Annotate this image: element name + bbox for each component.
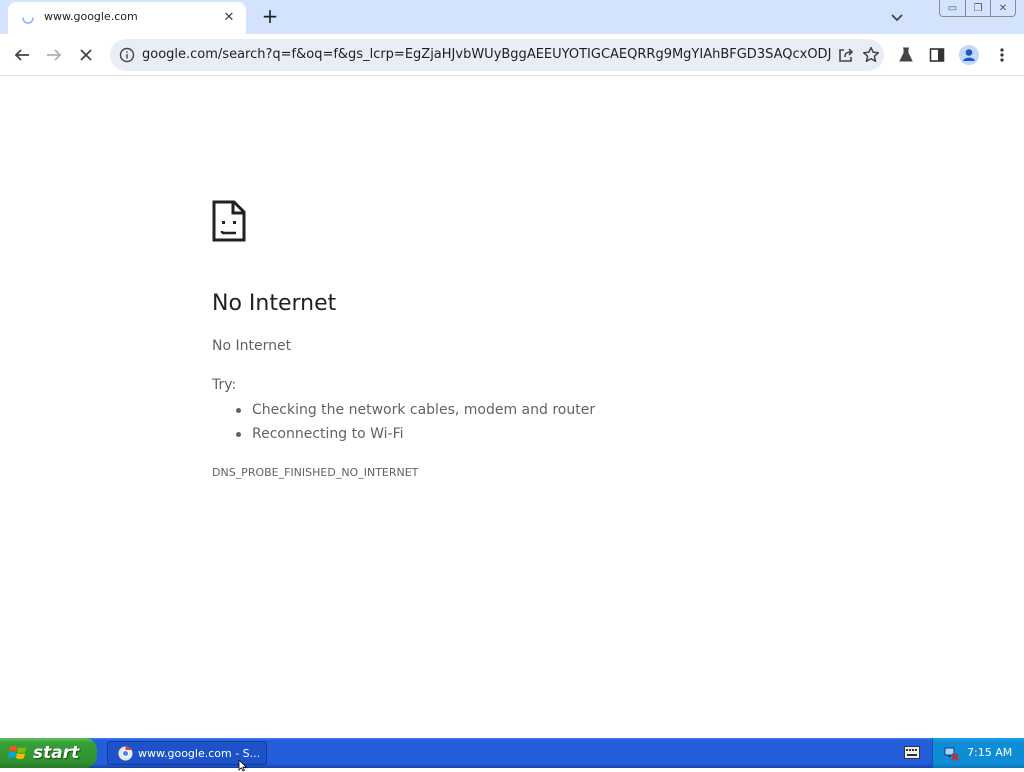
minimize-button[interactable]: ▭ xyxy=(940,0,965,16)
loading-spinner-icon xyxy=(22,17,34,24)
tab-close-icon[interactable]: ✕ xyxy=(220,9,238,27)
side-panel-button[interactable] xyxy=(926,44,948,66)
chrome-icon xyxy=(118,745,133,761)
stop-loading-icon xyxy=(80,49,92,61)
close-window-button[interactable]: ✕ xyxy=(990,0,1015,16)
sad-page-icon xyxy=(212,200,246,242)
labs-flask-button[interactable] xyxy=(895,44,917,66)
profile-avatar-icon xyxy=(959,45,979,65)
suggestion-list: Checking the network cables, modem and r… xyxy=(235,400,595,448)
back-button[interactable] xyxy=(10,43,34,67)
keyboard-icon[interactable] xyxy=(904,746,920,759)
window-controls: ▭ ❐ ✕ xyxy=(939,0,1016,17)
browser-toolbar: google.com/search?q=f&oq=f&gs_lcrp=EgZja… xyxy=(0,34,1024,76)
menu-button[interactable] xyxy=(991,44,1013,66)
arrow-left-icon xyxy=(14,49,29,61)
url-text[interactable]: google.com/search?q=f&oq=f&gs_lcrp=EgZja… xyxy=(142,47,832,62)
error-subtitle: No Internet xyxy=(212,338,292,354)
network-disconnected-icon[interactable] xyxy=(943,745,959,761)
side-panel-icon xyxy=(929,48,945,62)
address-bar[interactable]: google.com/search?q=f&oq=f&gs_lcrp=EgZja… xyxy=(110,39,884,71)
tab-title: www.google.com xyxy=(44,10,138,23)
new-tab-button[interactable]: + xyxy=(258,5,282,29)
page-content: No Internet No Internet Try: Checking th… xyxy=(0,77,1024,738)
restore-button[interactable]: ❐ xyxy=(965,0,990,16)
try-label: Try: xyxy=(212,377,237,393)
start-label: start xyxy=(33,743,80,763)
flask-icon xyxy=(899,47,913,62)
tab-google[interactable]: www.google.com ✕ xyxy=(8,2,246,34)
forward-button[interactable] xyxy=(42,43,66,67)
bookmark-star-icon[interactable] xyxy=(861,45,881,65)
clock: 7:15 AM xyxy=(967,746,1013,759)
taskbar: start www.google.com - S... 7:15 AM xyxy=(0,738,1024,768)
taskbar-item-label: www.google.com - S... xyxy=(138,746,261,760)
profile-button[interactable] xyxy=(958,44,980,66)
site-info-icon[interactable] xyxy=(119,47,135,63)
error-code: DNS_PROBE_FINISHED_NO_INTERNET xyxy=(212,466,419,479)
suggestion-item: Reconnecting to Wi-Fi xyxy=(235,424,595,448)
mouse-cursor-icon xyxy=(238,760,248,772)
windows-flag-icon xyxy=(8,746,26,759)
suggestion-item: Checking the network cables, modem and r… xyxy=(235,400,595,424)
chevron-down-icon[interactable] xyxy=(888,8,906,26)
tab-strip: www.google.com ✕ + ▭ ❐ ✕ xyxy=(0,0,1024,34)
start-button[interactable]: start xyxy=(0,738,97,768)
stop-loading-button[interactable] xyxy=(74,43,98,67)
more-vertical-icon xyxy=(1000,48,1004,62)
error-title: No Internet xyxy=(212,291,337,316)
arrow-right-icon xyxy=(47,49,62,61)
share-icon[interactable] xyxy=(837,46,855,64)
system-tray: 7:15 AM xyxy=(932,738,1024,768)
